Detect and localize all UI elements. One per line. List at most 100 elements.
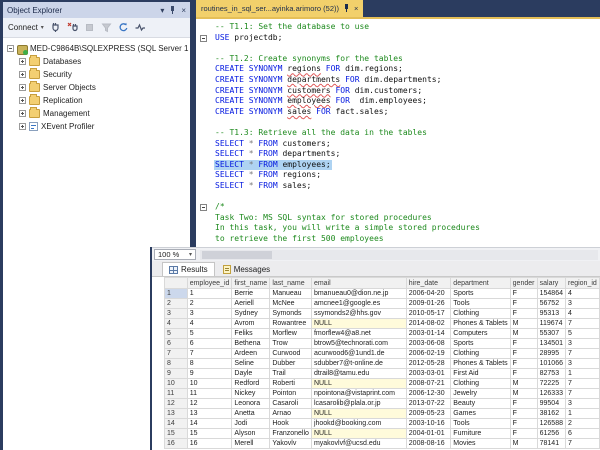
grid-cell[interactable]: Computers <box>450 328 511 339</box>
grid-cell[interactable]: Beauty <box>450 398 511 409</box>
column-header-salary[interactable]: salary <box>536 277 566 289</box>
grid-cell[interactable]: 12 <box>186 398 233 409</box>
grid-cell[interactable]: 2006-02-19 <box>405 348 452 359</box>
window-position-icon[interactable]: ▾ <box>160 6 164 15</box>
grid-cell[interactable]: 3 <box>186 308 233 319</box>
column-header-email[interactable]: email <box>310 277 407 289</box>
grid-cell[interactable]: 2008-08-16 <box>405 438 452 449</box>
grid-cell[interactable]: Berrie <box>231 288 271 299</box>
grid-cell[interactable]: 95313 <box>536 308 566 319</box>
column-header-first_name[interactable]: first_name <box>231 277 271 289</box>
expand-icon[interactable] <box>19 58 26 65</box>
grid-cell[interactable]: Phones & Tablets <box>450 318 511 329</box>
grid-cell[interactable]: F <box>509 398 538 409</box>
grid-cell[interactable]: 56752 <box>536 298 566 309</box>
grid-cell[interactable]: Nickey <box>231 388 271 399</box>
grid-cell[interactable]: dtrail8@tamu.edu <box>310 368 407 379</box>
grid-cell[interactable]: 5 <box>564 328 600 339</box>
code-line[interactable] <box>214 117 600 128</box>
row-number-cell[interactable]: 12 <box>164 398 188 409</box>
grid-cell[interactable]: 6 <box>564 428 600 439</box>
grid-cell[interactable]: 2003-01-14 <box>405 328 452 339</box>
grid-cell[interactable]: F <box>509 308 538 319</box>
tree-node-databases[interactable]: Databases <box>3 55 190 68</box>
grid-cell[interactable]: 9 <box>186 368 233 379</box>
grid-cell[interactable]: Phones & Tablets <box>450 358 511 369</box>
grid-cell[interactable]: 1 <box>186 288 233 299</box>
grid-cell[interactable]: Ardeen <box>231 348 271 359</box>
grid-cell[interactable]: Arnao <box>269 408 312 419</box>
grid-cell[interactable]: McNee <box>269 298 312 309</box>
grid-cell[interactable]: 2003-06-08 <box>405 338 452 349</box>
grid-cell[interactable]: M <box>509 388 538 399</box>
expand-icon[interactable] <box>19 71 26 78</box>
grid-cell[interactable]: Sports <box>450 288 511 299</box>
grid-cell[interactable]: Sydney <box>231 308 271 319</box>
code-line[interactable]: -- T1.2: Create synonyms for the tables <box>214 54 600 65</box>
grid-cell[interactable]: Movies <box>450 438 511 449</box>
grid-cell[interactable]: 11 <box>186 388 233 399</box>
expand-icon[interactable] <box>19 110 26 117</box>
expand-icon[interactable] <box>19 97 26 104</box>
grid-cell[interactable]: fmorflew4@a8.net <box>310 328 407 339</box>
grid-cell[interactable]: 3 <box>564 358 600 369</box>
grid-cell[interactable]: Roberti <box>269 378 312 389</box>
grid-cell[interactable]: Pointon <box>269 388 312 399</box>
close-icon[interactable]: × <box>181 6 186 15</box>
zoom-level-dropdown[interactable]: 100 % ▾ <box>154 249 196 260</box>
row-number-cell[interactable]: 3 <box>164 308 188 319</box>
row-number-cell[interactable]: 10 <box>164 378 188 389</box>
grid-cell[interactable]: F <box>509 368 538 379</box>
grid-cell[interactable]: NULL <box>310 378 407 389</box>
code-line[interactable]: SELECT * FROM sales; <box>214 181 600 192</box>
grid-cell[interactable]: 16 <box>186 438 233 449</box>
grid-cell[interactable]: Manueau <box>269 288 312 299</box>
grid-cell[interactable]: 119674 <box>536 318 566 329</box>
grid-cell[interactable]: Yakovlv <box>269 438 312 449</box>
scrollbar-thumb[interactable] <box>202 250 272 259</box>
row-number-cell[interactable]: 11 <box>164 388 188 399</box>
grid-cell[interactable]: 2014-08-02 <box>405 318 452 329</box>
grid-cell[interactable]: NULL <box>310 428 407 439</box>
grid-cell[interactable]: 126333 <box>536 388 566 399</box>
grid-cell[interactable]: Clothing <box>450 378 511 389</box>
grid-cell[interactable]: Clothing <box>450 348 511 359</box>
expand-icon[interactable] <box>19 84 26 91</box>
disconnect-plug-icon[interactable] <box>67 22 78 33</box>
outline-collapse-icon[interactable] <box>200 204 207 212</box>
grid-cell[interactable]: 4 <box>564 288 600 299</box>
grid-cell[interactable]: Feliks <box>231 328 271 339</box>
grid-cell[interactable]: Redford <box>231 378 271 389</box>
grid-cell[interactable]: Tools <box>450 298 511 309</box>
grid-cell[interactable]: F <box>509 338 538 349</box>
grid-cell[interactable]: 4 <box>186 318 233 329</box>
code-line[interactable]: SELECT * FROM employees; <box>214 159 600 171</box>
grid-cell[interactable]: btrow5@technorati.com <box>310 338 407 349</box>
tab-results[interactable]: Results <box>162 262 215 276</box>
grid-cell[interactable]: 7 <box>564 388 600 399</box>
grid-cell[interactable]: Bethena <box>231 338 271 349</box>
tree-node-server-objects[interactable]: Server Objects <box>3 81 190 94</box>
grid-cell[interactable]: F <box>509 418 538 429</box>
grid-cell[interactable]: Sports <box>450 338 511 349</box>
grid-cell[interactable]: 2008-07-21 <box>405 378 452 389</box>
grid-cell[interactable]: Franzonello <box>269 428 312 439</box>
grid-cell[interactable]: Hook <box>269 418 312 429</box>
row-number-cell[interactable]: 16 <box>164 438 188 449</box>
refresh-icon[interactable] <box>118 22 129 33</box>
grid-cell[interactable]: 99504 <box>536 398 566 409</box>
grid-cell[interactable]: M <box>509 328 538 339</box>
grid-cell[interactable]: 6 <box>186 338 233 349</box>
grid-cell[interactable]: 15 <box>186 428 233 439</box>
code-line[interactable] <box>214 43 600 54</box>
grid-cell[interactable]: 8 <box>186 358 233 369</box>
grid-cell[interactable]: Merell <box>231 438 271 449</box>
tree-node-server[interactable]: MED-C9864B\SQLEXPRESS (SQL Server 1 <box>3 42 190 55</box>
row-number-cell[interactable]: 14 <box>164 418 188 429</box>
code-line[interactable]: CREATE SYNONYM departments FOR dim.depar… <box>214 75 600 86</box>
sql-code-editor[interactable]: -- T1.1: Set the database to use USE proj… <box>196 19 600 247</box>
grid-cell[interactable]: bmanueau0@dion.ne.jp <box>310 288 407 299</box>
grid-cell[interactable]: 1 <box>564 408 600 419</box>
grid-cell[interactable]: amcnee1@google.es <box>310 298 407 309</box>
grid-cell[interactable]: M <box>509 438 538 449</box>
